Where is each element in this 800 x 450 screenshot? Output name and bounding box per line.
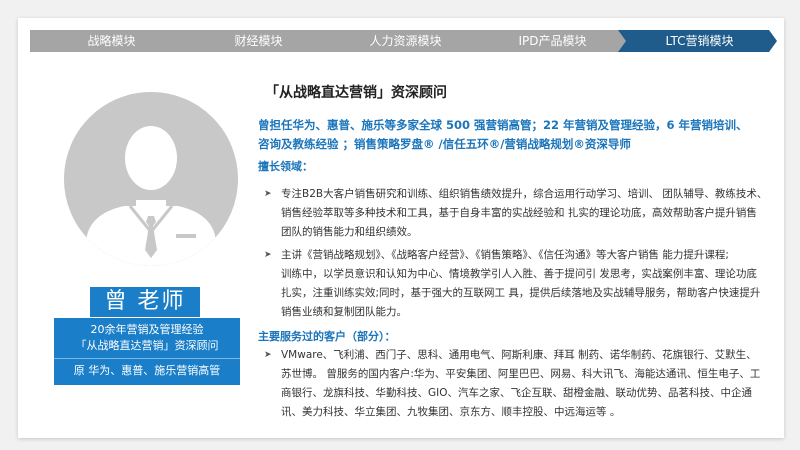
expertise-label: 擅长领域： <box>258 160 313 173</box>
arrow-icon: ➤ <box>264 350 272 360</box>
bullet-line: VMware、飞利浦、西门子、思科、通用电气、阿斯利康、拜耳 制药、诺华制药、花… <box>281 349 757 361</box>
headline: 曾担任华为、惠普、施乐等多家全球 500 强营销高管；22 年营销及管理经验，6… <box>258 116 773 154</box>
bullet-line: 扎实，注重训练实效;同时，基于强大的互联网工 具，提供后续落地及实战辅导服务，帮… <box>281 287 761 299</box>
module-step-bar: 战略模块 财经模块 人力资源模块 IPD产品模块 LTC营销模块 <box>30 30 777 52</box>
clients-label: 主要服务过的客户（部分）： <box>258 330 396 343</box>
bullet-line: 训练中，以学员意识和认知为中心、情境教学引人入胜、善于提问引 发思考，实战案例丰… <box>281 268 757 280</box>
bullet-line: 专注B2B大客户销售研究和训练、组织销售绩效提升，综合运用行动学习、培训、 团队… <box>281 188 768 200</box>
headline-line: 咨询及教练经验 ；销售策略罗盘® /信任五环®/营销战略规划®资深导师 <box>258 137 631 151</box>
person-silhouette-icon <box>64 92 238 266</box>
bullet-expertise-2: ➤ 主讲《营销战略规划》、《战略客户经营》、《销售策略》、《信任沟通》等大客户销… <box>264 246 771 322</box>
step-strategy[interactable]: 战略模块 <box>30 30 189 52</box>
step-hr[interactable]: 人力资源模块 <box>324 30 483 52</box>
teacher-name: 曾 老师 <box>90 287 200 317</box>
profile-summary: 20余年营销及管理经验 「从战略直达营销」资深顾问 原 华为、惠普、施乐营销高管 <box>54 318 240 385</box>
bullet-line: 商银行、龙旗科技、华勤科技、GIO、汽车之家、飞企互联、甜橙金融、联动优势、品茗… <box>281 387 752 399</box>
divider <box>54 358 240 359</box>
bullet-line: 主讲《营销战略规划》、《战略客户经营》、《销售策略》、《信任沟通》等大客户销售 … <box>281 249 729 261</box>
avatar <box>64 92 238 266</box>
former-role-line: 原 华为、惠普、施乐营销高管 <box>73 364 221 377</box>
step-finance[interactable]: 财经模块 <box>177 30 336 52</box>
arrow-icon: ➤ <box>264 189 272 199</box>
experience-line: 20余年营销及管理经验 <box>90 323 204 336</box>
step-ltc[interactable]: LTC营销模块 <box>618 30 777 52</box>
bullet-line: 销售业绩和复制团队能力。 <box>281 306 407 318</box>
arrow-icon: ➤ <box>264 250 272 260</box>
headline-line: 曾担任华为、惠普、施乐等多家全球 500 强营销高管；22 年营销及管理经验，6… <box>258 118 748 132</box>
bullet-expertise-1: ➤ 专注B2B大客户销售研究和训练、组织销售绩效提升，综合运用行动学习、培训、 … <box>264 185 771 242</box>
bullet-line: 讯、美力科技、华立集团、九牧集团、京东方、顺丰控股、中远海运等 。 <box>281 406 621 418</box>
bullet-line: 销售经验萃取等多种技术和工具，基于自身丰富的实战经验和 扎实的理论功底，高效帮助… <box>281 207 757 219</box>
bullet-line: 苏世博。 曾服务的国内客户:华为、平安集团、阿里巴巴、网易、科大讯飞、海能达通讯… <box>281 368 761 380</box>
role-line: 「从战略直达营销」资深顾问 <box>75 339 219 352</box>
bullet-line: 团队的销售能力和组织绩效。 <box>281 226 418 238</box>
step-ipd[interactable]: IPD产品模块 <box>471 30 630 52</box>
bullet-clients: ➤ VMware、飞利浦、西门子、思科、通用电气、阿斯利康、拜耳 制药、诺华制药… <box>264 346 771 422</box>
page-title: 「从战略直达营销」资深顾问 <box>265 85 447 101</box>
